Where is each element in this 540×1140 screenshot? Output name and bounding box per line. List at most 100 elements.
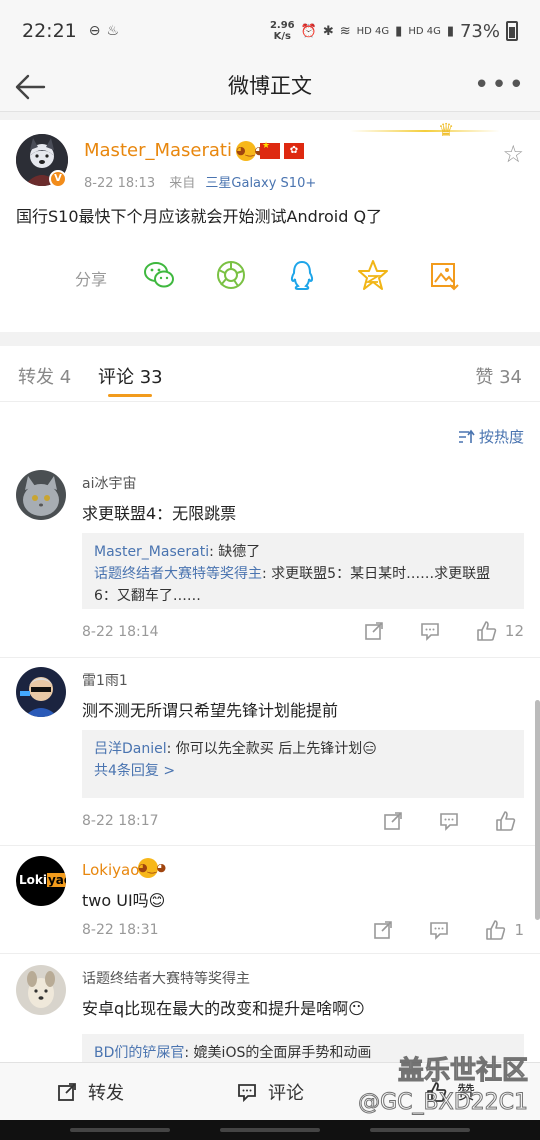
signal-bars-icon-2: ▮ [446,23,454,39]
sort-by-hot-button[interactable]: 按热度 [457,426,524,447]
thumbs-up-icon [486,920,506,940]
like-button[interactable]: 12 [475,620,524,642]
tab-comments[interactable]: 评论 33 [98,363,163,389]
crown-icon: ♛ [438,120,455,141]
comment-author-name[interactable]: 雷1雨1 [82,670,128,690]
thumbs-up-icon [477,621,497,641]
wifi-icon: ≋ [339,23,351,39]
save-image-icon[interactable] [427,258,461,292]
comment-button[interactable]: 评论 [180,1063,360,1120]
qzone-star-icon[interactable] [356,258,390,292]
repost-icon[interactable] [382,810,404,832]
share-row: 分享 [0,256,540,300]
moments-icon[interactable] [214,258,248,292]
avatar[interactable] [16,667,66,717]
china-flag-icon [260,141,280,159]
avatar[interactable] [16,470,66,520]
wechat-icon[interactable] [142,258,176,292]
repost-icon[interactable] [363,620,385,642]
favorite-star-icon[interactable]: ☆ [502,140,524,168]
reply-author[interactable]: BD们的铲屎官 [94,1045,184,1061]
tab-reposts[interactable]: 转发 4 [18,363,71,389]
post-meta: 8-22 18:13 来自 三星Galaxy S10+ [84,172,316,191]
active-tab-indicator [108,394,152,397]
comment-icon [238,1083,256,1102]
reply-box[interactable]: 吕洋Daniel: 你可以先全款买 后上先锋计划😑 共4条回复 > [82,730,524,798]
cartoon-character-avatar-icon [16,667,66,717]
comment-author-name[interactable]: ai冰宇宙 [82,473,136,493]
avatar[interactable] [16,965,66,1015]
like-count: 1 [514,921,524,939]
like-count: 12 [504,622,524,640]
comment-text: 测不测无所谓只希望先锋计划能提前 [82,701,339,720]
gray-cat-avatar-icon [16,470,66,520]
gesture-hint-right [370,1128,470,1132]
avatar-logo-text: Lokiyao [19,873,66,887]
member-emoji-badge-icon: ◕‿◕ [138,858,166,878]
divider [0,845,540,846]
reply-text: : 媲美iOS的全面屏手势和动画 [184,1045,372,1061]
repost-icon[interactable] [372,919,394,941]
comment-time: 8-22 18:31 [82,922,159,938]
verified-badge-icon: V [49,170,67,188]
tab-bar: 转发 4 评论 33 赞 34 [0,346,540,402]
gesture-hint-left [70,1128,170,1132]
reply-box[interactable]: Master_Maserati: 缺德了 话题终结者大赛特等奖得主: 求更联盟5… [82,533,524,609]
repost-label: 转发 [88,1082,124,1104]
app-notification-icon: ♨ [106,23,120,39]
repost-icon [58,1082,76,1101]
comments-list: 按热度 ai冰宇宙 求更联盟4：无限跳票 Master_Maserati: 缺德… [0,402,540,1062]
hong-kong-flag-icon: ✿ [284,143,304,159]
net-speed: 2.96 K/s [269,20,295,42]
member-emoji-badge-icon: ◕‿◕ [236,141,264,161]
tab-likes[interactable]: 赞 34 [475,363,522,389]
scrollbar[interactable] [535,700,540,920]
post-author-name[interactable]: Master_Maserati [84,140,232,161]
comment-author-name[interactable]: 话题终结者大赛特等奖得主 [82,968,250,988]
reply-author[interactable]: 话题终结者大赛特等奖得主 [94,566,262,582]
reply-author[interactable]: Master_Maserati [94,544,209,560]
comment-author-name[interactable]: Lokiyao [82,861,139,879]
comment-actions: 1 [372,919,524,941]
signal-bars-icon: ▮ [395,23,403,39]
post-source[interactable]: 三星Galaxy S10+ [205,176,316,191]
divider [0,953,540,954]
share-label: 分享 [75,270,108,289]
like-button[interactable] [494,810,524,832]
gesture-bar [0,1120,540,1140]
comment-time: 8-22 18:14 [82,624,159,640]
view-more-replies-link[interactable]: 共4条回复 > [94,760,512,782]
crown-decoration-line [350,130,500,132]
watermark-line2: @GC_BXD22C1 [358,1090,529,1116]
sort-icon [458,429,475,443]
top-nav-bar: 微博正文 ••• [0,62,540,112]
battery-percent: 73% [459,20,500,42]
reply-author[interactable]: 吕洋Daniel [94,741,167,757]
reply-item: Master_Maserati: 缺德了 [94,541,512,563]
avatar[interactable]: Lokiyao [16,856,66,906]
status-time: 22:21 [22,20,77,42]
post-time: 8-22 18:13 [84,176,156,191]
comment-text: two UI吗😊 [82,891,166,910]
reply-item: 吕洋Daniel: 你可以先全款买 后上先锋计划😑 [94,738,512,760]
like-button[interactable]: 1 [484,919,524,941]
comment-icon[interactable] [419,620,441,642]
post-text: 国行S10最快下个月应该就会开始测试Android Q了 [16,207,383,226]
thumbs-up-icon [496,811,516,831]
reply-text: : 你可以先全款买 后上先锋计划😑 [166,741,377,757]
more-options-icon[interactable]: ••• [474,70,526,100]
page-title: 微博正文 [228,74,312,98]
gesture-hint-center [220,1128,320,1132]
signal-2: HD 4G [408,25,441,37]
repost-button[interactable]: 转发 [0,1063,180,1120]
signal-1: HD 4G [356,25,390,37]
divider [0,657,540,658]
qq-icon[interactable] [285,258,319,292]
comment-icon[interactable] [438,810,460,832]
comment-actions: 12 [363,620,524,642]
author-badges: ◕‿◕ ✿ [236,141,304,161]
comment-time: 8-22 18:17 [82,813,159,829]
comment-icon[interactable] [428,919,450,941]
sort-label: 按热度 [478,428,524,446]
status-bar: 22:21 ⊖ ♨ 2.96 K/s ⏰ ✱ ≋ HD 4G ▮ HD 4G ▮… [0,0,540,62]
